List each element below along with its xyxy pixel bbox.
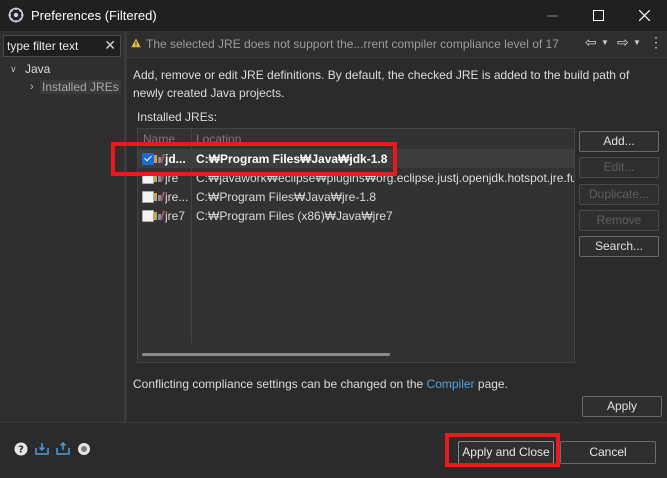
close-button[interactable] [621, 0, 667, 31]
jre-library-icon [154, 153, 165, 164]
conflict-suffix: page. [477, 377, 508, 391]
jre-name: jre... [165, 190, 189, 204]
import-preferences-icon[interactable] [35, 442, 49, 456]
jre-name: jd... [165, 152, 186, 166]
jre-library-icon [154, 191, 165, 202]
jre-location: C:₩javawork₩eclipse₩plugins₩org.eclipse.… [196, 171, 575, 185]
filter-box: ✕ [3, 35, 121, 57]
filter-input[interactable] [7, 38, 95, 54]
dialog-footer: ? Apply and Close Cancel [0, 422, 667, 478]
jre-name: jre7 [165, 209, 186, 223]
forward-arrow-icon[interactable]: ⇨ [617, 34, 629, 51]
table-row[interactable]: jd... C:₩Program Files₩Java₩jdk-1.8 [138, 149, 574, 168]
table-row[interactable]: jre C:₩javawork₩eclipse₩plugins₩org.ecli… [138, 168, 574, 187]
message-bar: The selected JRE does not support the...… [127, 31, 667, 58]
close-icon [638, 10, 650, 21]
horizontal-scrollbar[interactable] [142, 353, 390, 356]
preference-page: The selected JRE does not support the...… [127, 31, 667, 422]
jre-location: C:₩Program Files₩Java₩jdk-1.8 [196, 152, 388, 166]
cancel-button[interactable]: Cancel [560, 441, 656, 464]
warning-icon [131, 38, 141, 48]
add-button[interactable]: Add... [579, 131, 659, 152]
message-text: The selected JRE does not support the...… [146, 37, 559, 51]
apply-and-close-button[interactable]: Apply and Close [458, 441, 554, 464]
export-preferences-icon[interactable] [56, 442, 70, 456]
title-bar: Preferences (Filtered) [0, 0, 667, 31]
compiler-link[interactable]: Compiler [427, 377, 475, 391]
installed-jres-label: Installed JREs: [137, 110, 218, 124]
apply-button[interactable]: Apply [582, 396, 662, 417]
installed-jres-table[interactable]: Name Location jd... C:₩Program Files₩Jav… [137, 128, 575, 363]
expand-java-icon[interactable]: ∨ [10, 64, 17, 75]
jre-library-icon [154, 210, 165, 221]
maximize-icon [592, 10, 604, 21]
minimize-button[interactable] [529, 0, 575, 31]
duplicate-button[interactable]: Duplicate... [579, 184, 659, 205]
jre-library-icon [154, 172, 165, 183]
edit-button[interactable]: Edit... [579, 157, 659, 178]
table-row[interactable]: jre... C:₩Program Files₩Java₩jre-1.8 [138, 187, 574, 206]
table-row[interactable]: jre7 C:₩Program Files (x86)₩Java₩jre7 [138, 206, 574, 225]
help-icon[interactable]: ? [14, 442, 28, 456]
forward-menu-icon[interactable]: ▼ [633, 38, 641, 47]
back-menu-icon[interactable]: ▼ [601, 38, 609, 47]
eclipse-app-icon [8, 7, 24, 23]
page-description: Add, remove or edit JRE definitions. By … [133, 68, 630, 100]
column-header-name[interactable]: Name [143, 132, 175, 146]
remove-button[interactable]: Remove [579, 210, 659, 231]
view-menu-icon[interactable]: ⋮ [649, 34, 663, 51]
expand-installed-jres-icon[interactable]: › [30, 81, 34, 93]
minimize-icon [546, 15, 558, 17]
column-header-location[interactable]: Location [196, 132, 241, 146]
preferences-tree-pane: ✕ ∨ Java › Installed JREs [0, 31, 125, 422]
back-arrow-icon[interactable]: ⇦ [585, 34, 597, 51]
oomph-preferences-icon[interactable] [77, 442, 91, 456]
conflict-text: Conflicting compliance settings can be c… [133, 377, 424, 391]
clear-filter-icon[interactable]: ✕ [104, 37, 116, 54]
window-title: Preferences (Filtered) [31, 8, 157, 23]
search-button[interactable]: Search... [579, 236, 659, 257]
conflict-note: Conflicting compliance settings can be c… [133, 377, 508, 391]
svg-text:?: ? [18, 445, 24, 456]
maximize-button[interactable] [575, 0, 621, 31]
jre-name: jre [165, 171, 179, 185]
tree-item-installed-jres[interactable]: Installed JREs [40, 80, 121, 94]
jre-location: C:₩Program Files (x86)₩Java₩jre7 [196, 209, 393, 223]
jre-location: C:₩Program Files₩Java₩jre-1.8 [196, 190, 377, 204]
tree-item-java[interactable]: Java [25, 62, 50, 76]
